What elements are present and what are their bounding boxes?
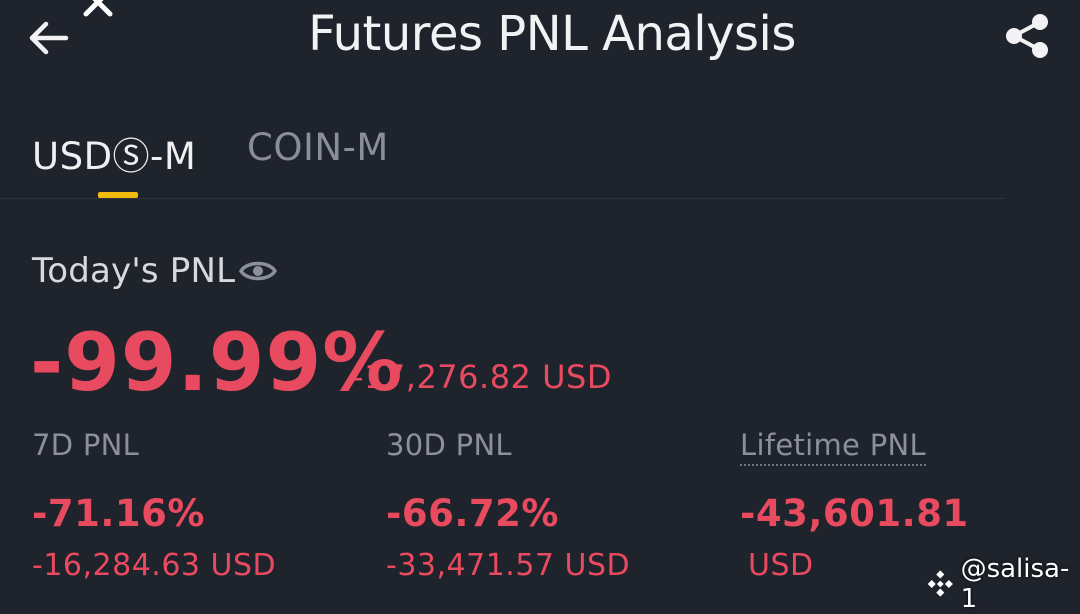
binance-logo-icon [927, 570, 953, 597]
lifetime-pnl-unit: USD [748, 548, 814, 583]
lifetime-pnl-value: -43,601.81 [740, 492, 969, 535]
pnl-30d-usd: -33,471.57 USD [386, 548, 631, 583]
todays-pnl-percent: -99.99% [30, 316, 404, 409]
pnl-30d-label: 30D PNL [386, 428, 512, 462]
share-icon[interactable] [1000, 8, 1056, 64]
todays-pnl-label: Today's PNL [32, 251, 236, 291]
pnl-7d-label: 7D PNL [32, 428, 140, 462]
tab-usds-m[interactable]: USDⓈ-M [32, 126, 196, 180]
tab-bar: USDⓈ-M COIN-M [0, 118, 1080, 200]
watermark-text: @salisa-1 [960, 554, 1070, 614]
pnl-7d-usd: -16,284.63 USD [32, 548, 277, 583]
tab-coin-m[interactable]: COIN-M [247, 126, 389, 169]
watermark: @salisa-1 [926, 554, 1080, 614]
tab-divider [0, 198, 1005, 199]
eye-icon[interactable] [238, 256, 278, 286]
pnl-30d-percent: -66.72% [386, 492, 559, 535]
lifetime-pnl-label[interactable]: Lifetime PNL [740, 428, 926, 466]
todays-pnl-usd: -17,276.82 USD [352, 358, 612, 396]
pnl-7d-percent: -71.16% [32, 492, 205, 535]
page-title: Futures PNL Analysis [308, 6, 796, 62]
header-bar: Futures PNL Analysis [0, 0, 1080, 80]
